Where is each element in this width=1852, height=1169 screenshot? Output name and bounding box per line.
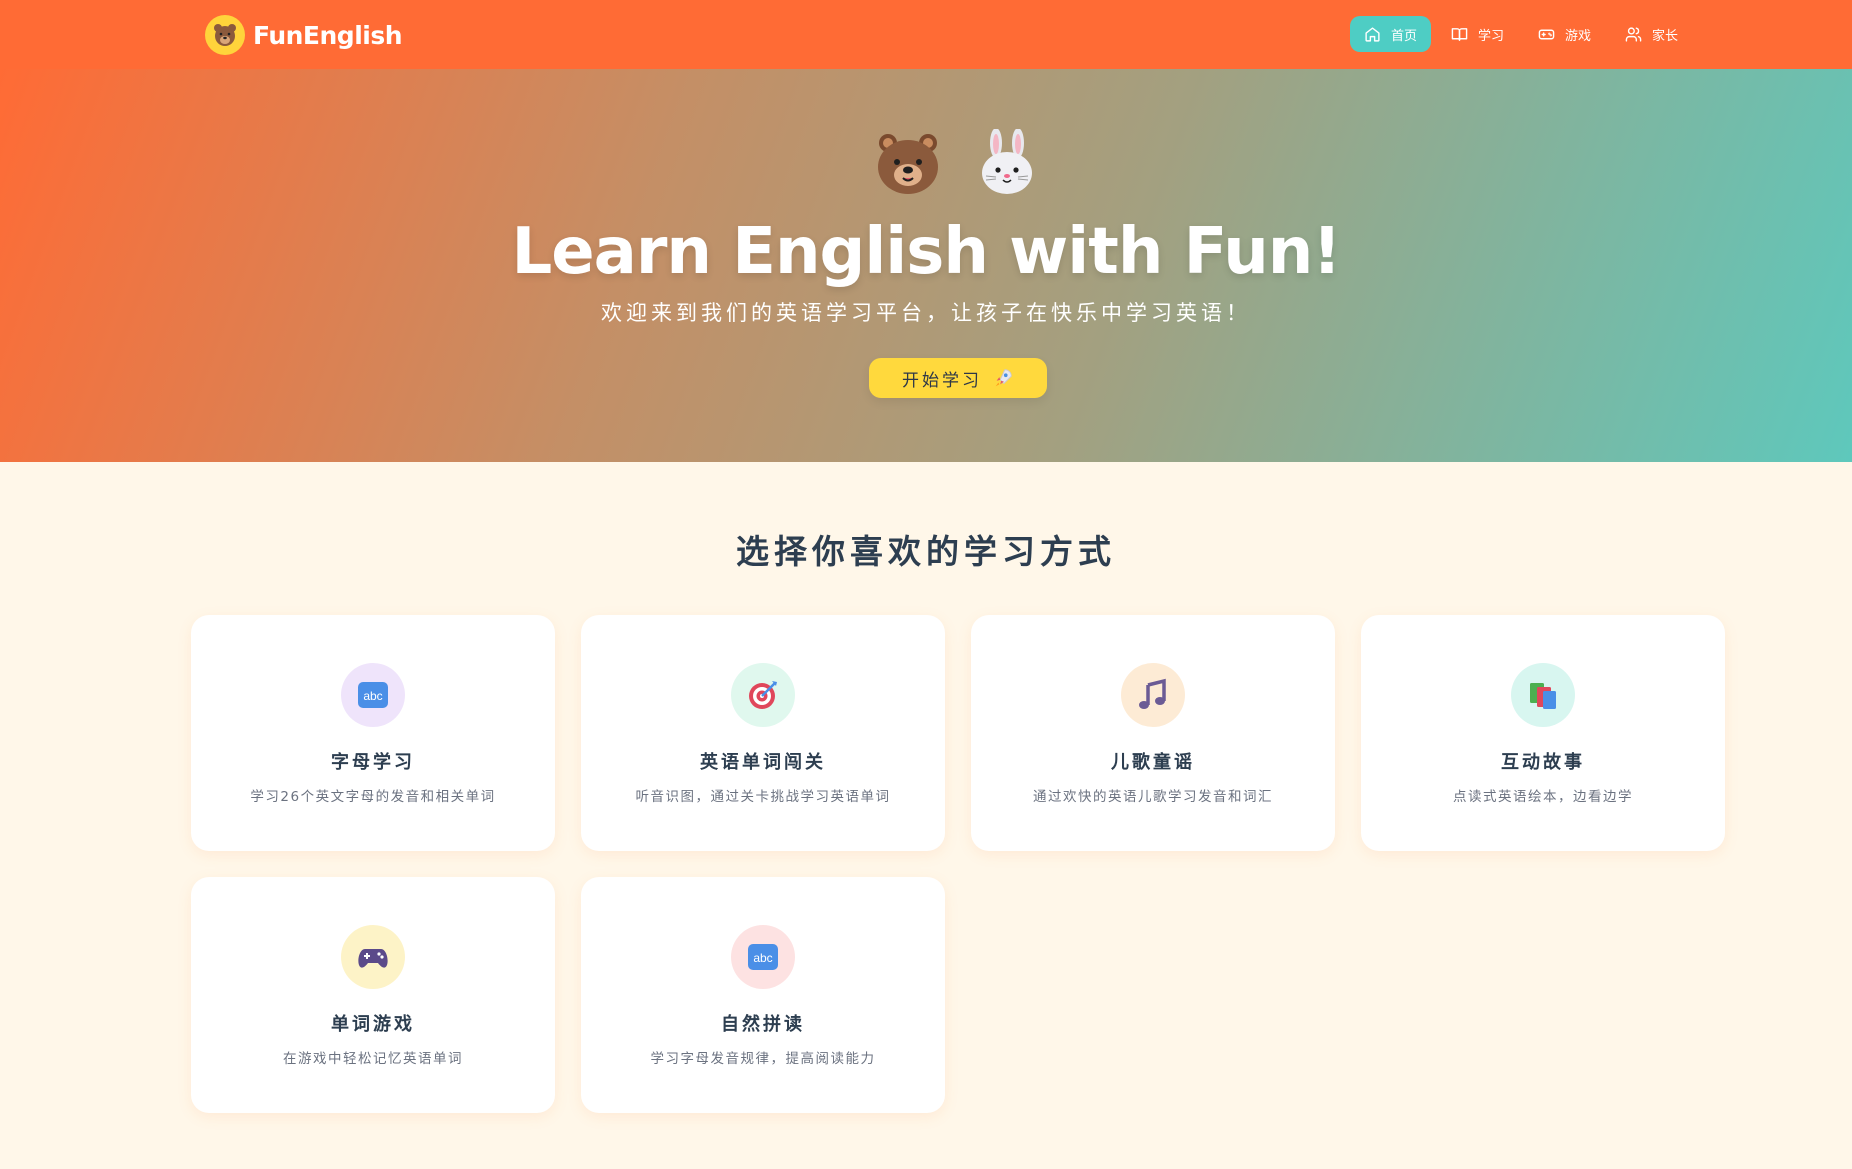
card-word-games[interactable]: 单词游戏 在游戏中轻松记忆英语单词 — [191, 877, 555, 1113]
start-learning-button[interactable]: 开始学习 — [869, 358, 1047, 398]
card-word-challenge[interactable]: 英语单词闯关 听音识图，通过关卡挑战学习英语单词 — [581, 615, 945, 851]
start-learning-label: 开始学习 — [902, 370, 982, 390]
home-icon — [1365, 26, 1380, 42]
gamepad-icon — [1538, 29, 1555, 39]
nav-item-learn[interactable]: 学习 — [1437, 16, 1518, 52]
music-note-icon — [1139, 678, 1166, 709]
card-description: 学习26个英文字母的发音和相关单词 — [250, 789, 496, 805]
card-icon-wrap: abc — [341, 663, 405, 727]
card-title: 儿歌童谣 — [1111, 752, 1195, 773]
abc-icon: abc — [358, 682, 388, 708]
hero-subtitle: 欢迎来到我们的英语学习平台，让孩子在快乐中学习英语！ — [601, 301, 1251, 325]
card-description: 通过欢快的英语儿歌学习发音和词汇 — [1033, 789, 1273, 805]
card-icon-wrap — [731, 663, 795, 727]
nav-item-games[interactable]: 游戏 — [1524, 16, 1605, 52]
game-controller-icon — [358, 949, 388, 968]
logo[interactable]: FunEnglish — [205, 13, 403, 57]
hero-emojis — [0, 129, 1852, 209]
svg-text:abc: abc — [753, 951, 772, 965]
card-icon-wrap — [1511, 663, 1575, 727]
logo-text: FunEnglish — [253, 20, 403, 50]
card-description: 听音识图，通过关卡挑战学习英语单词 — [635, 789, 891, 805]
nav-item-parents[interactable]: 家长 — [1611, 16, 1692, 52]
card-icon-wrap: abc — [731, 925, 795, 989]
book-icon — [1451, 27, 1468, 41]
card-description: 点读式英语绘本，边看边学 — [1453, 789, 1633, 805]
nav-item-label: 游戏 — [1565, 28, 1592, 44]
card-phonics[interactable]: abc 自然拼读 学习字母发音规律，提高阅读能力 — [581, 877, 945, 1113]
hero-title: Learn English with Fun! — [511, 215, 1341, 289]
nav-item-label: 家长 — [1652, 28, 1679, 44]
rabbit-face-icon — [982, 129, 1032, 194]
card-title: 英语单词闯关 — [700, 752, 826, 773]
nav-item-home[interactable]: 首页 — [1350, 16, 1432, 52]
target-icon — [749, 681, 777, 709]
card-nursery-rhymes[interactable]: 儿歌童谣 通过欢快的英语儿歌学习发音和词汇 — [971, 615, 1335, 851]
top-navbar: FunEnglish 首页 学习 游戏 家长 — [0, 0, 1852, 69]
nav-menu: 首页 学习 游戏 家长 — [1350, 16, 1692, 52]
rocket-icon — [995, 369, 1012, 387]
card-icon-wrap — [341, 925, 405, 989]
bear-face-icon — [878, 134, 938, 194]
card-title: 互动故事 — [1501, 752, 1585, 773]
card-title: 单词游戏 — [331, 1014, 415, 1035]
card-description: 学习字母发音规律，提高阅读能力 — [650, 1051, 876, 1067]
hero-banner: Learn English with Fun! 欢迎来到我们的英语学习平台，让孩… — [0, 69, 1852, 462]
abc-icon: abc — [748, 944, 778, 970]
section-title: 选择你喜欢的学习方式 — [736, 532, 1116, 571]
nav-item-label: 学习 — [1478, 28, 1505, 44]
nav-item-label: 首页 — [1391, 28, 1418, 44]
card-interactive-stories[interactable]: 互动故事 点读式英语绘本，边看边学 — [1361, 615, 1725, 851]
card-title: 自然拼读 — [721, 1014, 805, 1035]
card-description: 在游戏中轻松记忆英语单词 — [283, 1051, 463, 1067]
books-icon — [1530, 683, 1556, 709]
svg-text:abc: abc — [363, 689, 382, 703]
card-icon-wrap — [1121, 663, 1185, 727]
card-alphabet[interactable]: abc 字母学习 学习26个英文字母的发音和相关单词 — [191, 615, 555, 851]
bear-face-icon — [205, 15, 245, 55]
users-icon — [1625, 26, 1642, 42]
card-title: 字母学习 — [331, 752, 415, 773]
